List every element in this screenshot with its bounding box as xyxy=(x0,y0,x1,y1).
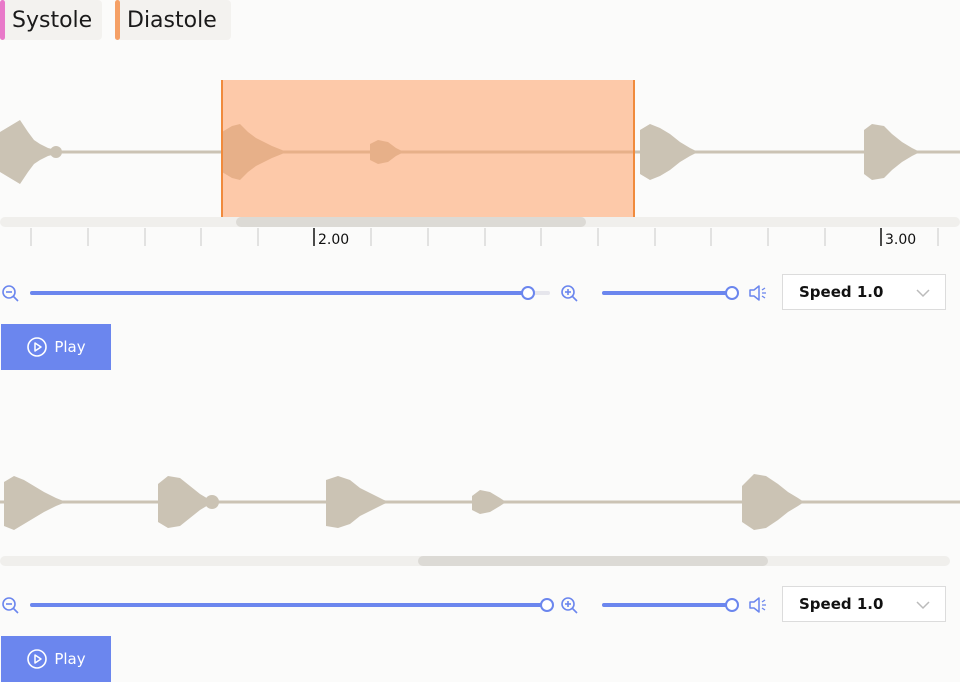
play-label: Play xyxy=(54,338,86,356)
speed-select-1[interactable]: Speed 1.0 xyxy=(782,274,946,310)
timeline-ruler xyxy=(30,228,939,246)
waveform-2[interactable] xyxy=(0,460,960,550)
zoom-slider-fill-2 xyxy=(30,603,548,607)
zoom-out-icon[interactable] xyxy=(0,595,20,615)
volume-icon[interactable] xyxy=(748,595,768,615)
zoom-in-icon[interactable] xyxy=(559,595,579,615)
label-text: Diastole xyxy=(127,7,217,33)
scrollbar-thumb-2[interactable] xyxy=(418,556,768,566)
volume-slider-fill-1 xyxy=(602,291,730,295)
tick-label: 3.00 xyxy=(885,232,917,248)
label-text: Systole xyxy=(12,7,93,33)
play-circle-icon xyxy=(27,337,48,357)
chevron-down-icon xyxy=(916,289,930,298)
zoom-slider-fill-1 xyxy=(30,291,528,295)
play-button-2[interactable]: Play xyxy=(1,636,111,682)
tick-label: 2.00 xyxy=(318,232,350,248)
chevron-down-icon xyxy=(916,601,930,610)
label-systole[interactable]: Systole xyxy=(0,0,102,40)
speed-select-2[interactable]: Speed 1.0 xyxy=(782,586,946,622)
zoom-out-icon[interactable] xyxy=(0,283,20,303)
play-button-1[interactable]: Play xyxy=(1,324,111,370)
label-color-bar xyxy=(0,0,5,40)
label-color-bar xyxy=(115,0,120,40)
play-label: Play xyxy=(54,650,86,668)
speed-label: Speed 1.0 xyxy=(799,595,884,613)
volume-slider-fill-2 xyxy=(602,603,730,607)
diastole-region[interactable] xyxy=(221,80,635,217)
speed-label: Speed 1.0 xyxy=(799,283,884,301)
label-diastole[interactable]: Diastole xyxy=(115,0,231,40)
volume-icon[interactable] xyxy=(748,283,768,303)
zoom-slider-knob-2[interactable] xyxy=(540,598,554,612)
volume-slider-knob-1[interactable] xyxy=(725,286,739,300)
play-circle-icon xyxy=(27,649,48,669)
scrollbar-thumb-1[interactable] xyxy=(236,217,586,227)
zoom-in-icon[interactable] xyxy=(559,283,579,303)
volume-slider-knob-2[interactable] xyxy=(725,598,739,612)
zoom-slider-knob-1[interactable] xyxy=(521,286,535,300)
